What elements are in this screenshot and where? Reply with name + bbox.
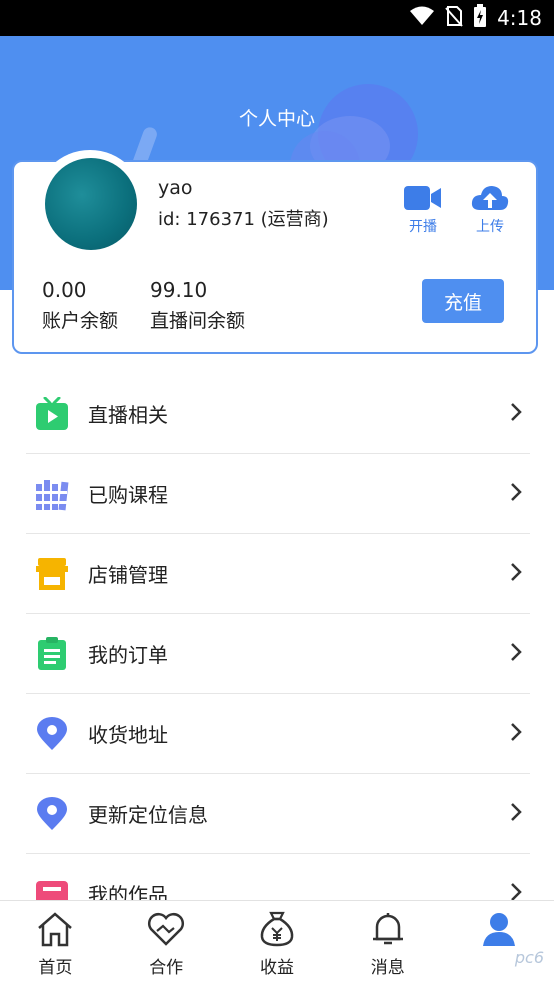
nav-earnings[interactable]: 收益 — [222, 901, 333, 986]
chevron-right-icon — [510, 482, 522, 506]
wifi-icon — [409, 6, 435, 30]
chevron-right-icon — [510, 722, 522, 746]
nav-messages-label: 消息 — [370, 958, 405, 978]
no-sim-icon — [445, 5, 463, 31]
upload-label: 上传 — [476, 219, 504, 235]
live-room-balance-value: 99.10 — [150, 278, 208, 302]
nav-home[interactable]: 首页 — [0, 901, 111, 986]
account-balance: 0.00 账户余额 — [42, 278, 118, 333]
cloud-upload-icon — [466, 184, 514, 212]
chevron-right-icon — [510, 402, 522, 426]
nav-cooperation-label: 合作 — [149, 958, 184, 978]
shop-icon — [34, 556, 70, 592]
menu-item-label: 已购课程 — [88, 483, 168, 507]
handshake-heart-icon — [147, 911, 185, 947]
menu-item-live[interactable]: 直播相关 — [26, 374, 530, 454]
menu-item-orders[interactable]: 我的订单 — [26, 614, 530, 694]
home-icon — [36, 911, 74, 947]
watermark-logo: pc6 — [514, 948, 544, 967]
nav-earnings-label: 收益 — [259, 958, 294, 978]
nav-profile[interactable] — [443, 901, 554, 986]
menu-item-address[interactable]: 收货地址 — [26, 694, 530, 774]
clock: 4:18 — [497, 6, 542, 30]
battery-charging-icon — [473, 4, 487, 32]
nav-home-label: 首页 — [38, 958, 73, 978]
menu-item-label: 我的订单 — [88, 643, 168, 667]
menu-item-label: 直播相关 — [88, 403, 168, 427]
live-room-balance-label: 直播间余额 — [150, 310, 246, 332]
chevron-right-icon — [510, 802, 522, 826]
menu-item-label: 收货地址 — [88, 723, 168, 747]
user-icon — [480, 911, 518, 947]
live-room-balance: 99.10 直播间余额 — [150, 278, 245, 333]
bell-icon — [369, 911, 407, 947]
video-camera-icon — [399, 184, 447, 212]
chevron-right-icon — [510, 562, 522, 586]
location-pin-icon — [34, 716, 70, 752]
clipboard-icon — [34, 636, 70, 672]
account-balance-value: 0.00 — [42, 278, 87, 302]
recharge-button[interactable]: 充值 — [422, 279, 504, 323]
menu-list: 直播相关 已购课程 店铺管理 我的订单 收货地址 更新定位信息 我的作品 — [26, 374, 530, 934]
nav-cooperation[interactable]: 合作 — [111, 901, 222, 986]
bottom-nav: 首页 合作 收益 消息 — [0, 900, 554, 986]
account-balance-label: 账户余额 — [42, 310, 119, 332]
tv-play-icon — [34, 396, 70, 432]
menu-item-update-location[interactable]: 更新定位信息 — [26, 774, 530, 854]
username: yao — [158, 177, 193, 199]
chevron-right-icon — [510, 642, 522, 666]
user-id: id: 176371 (运营商) — [158, 209, 329, 230]
menu-item-courses[interactable]: 已购课程 — [26, 454, 530, 534]
avatar[interactable] — [45, 158, 137, 250]
upload-button[interactable]: 上传 — [466, 184, 514, 236]
menu-item-shop[interactable]: 店铺管理 — [26, 534, 530, 614]
profile-card: yao id: 176371 (运营商) 开播 上传 0.00 账户余额 99.… — [12, 150, 538, 354]
page-title: 个人中心 — [238, 108, 315, 130]
go-live-label: 开播 — [409, 219, 437, 235]
menu-item-label: 店铺管理 — [88, 563, 168, 587]
go-live-button[interactable]: 开播 — [399, 184, 447, 236]
status-bar: 4:18 — [0, 0, 554, 36]
location-pin-icon — [34, 796, 70, 832]
money-bag-icon — [258, 911, 296, 947]
nav-messages[interactable]: 消息 — [332, 901, 443, 986]
menu-item-label: 更新定位信息 — [88, 803, 208, 827]
books-icon — [34, 476, 70, 512]
